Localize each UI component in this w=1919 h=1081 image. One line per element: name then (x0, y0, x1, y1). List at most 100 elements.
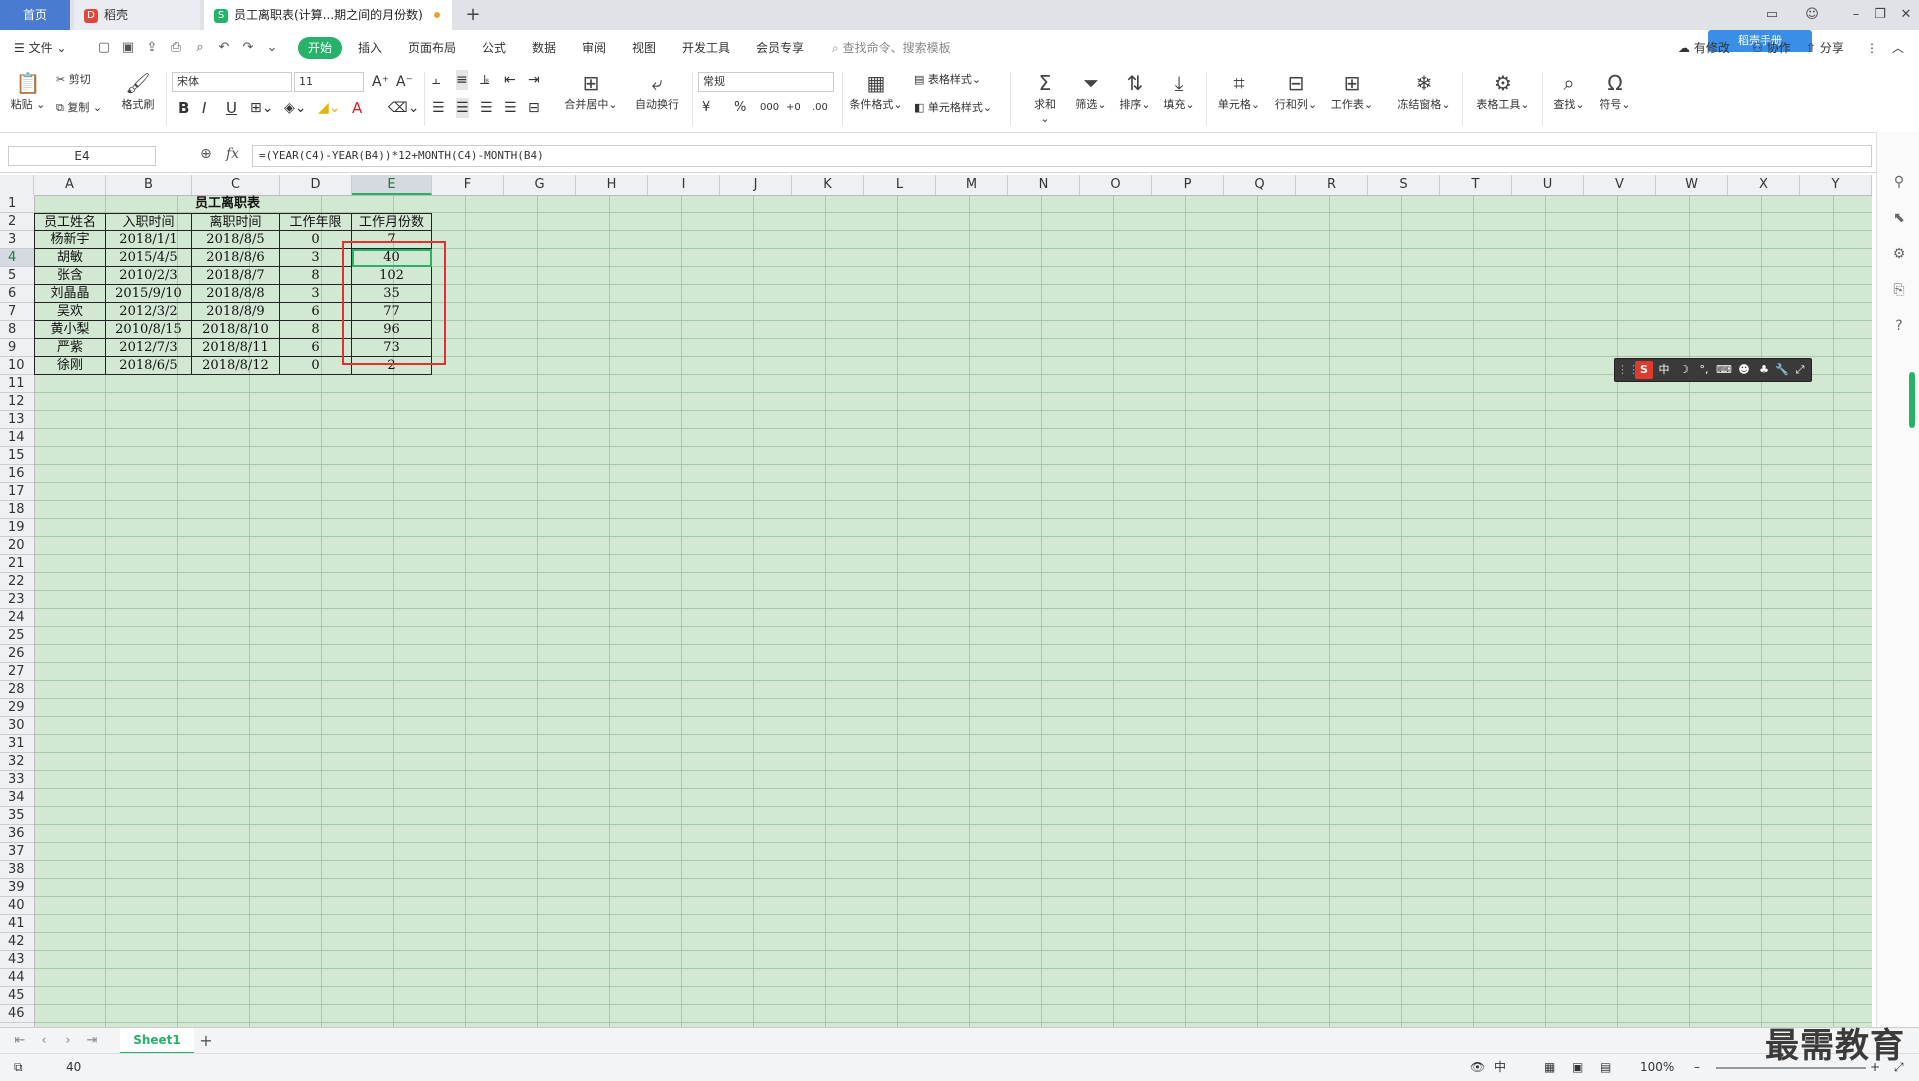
decrease-font-icon[interactable]: A⁻ (396, 72, 413, 92)
row-header[interactable]: 22 (0, 573, 34, 591)
ime-mode[interactable]: 中 (1655, 361, 1673, 379)
table-cell[interactable]: 2012/7/3 (106, 339, 192, 357)
table-cell[interactable]: 2015/9/10 (106, 285, 192, 303)
keyboard-icon[interactable]: ⌨ (1715, 361, 1733, 379)
table-cell[interactable]: 刘晶晶 (34, 285, 106, 303)
underline-button[interactable]: U (226, 98, 237, 118)
table-cell[interactable]: 2010/8/15 (106, 321, 192, 339)
table-style-button[interactable]: ▤ 表格样式⌄ (914, 70, 981, 90)
file-menu[interactable]: ☰ 文件 ⌄ (14, 30, 66, 66)
tab-home[interactable]: 首页 (0, 0, 70, 30)
column-header[interactable]: D (280, 175, 352, 195)
row-header[interactable]: 44 (0, 969, 34, 987)
vertical-scroll-thumb[interactable] (1909, 372, 1915, 428)
row-header[interactable]: 41 (0, 915, 34, 933)
close-icon[interactable]: ✕ (1886, 0, 1919, 30)
menu-insert[interactable]: 插入 (358, 30, 382, 66)
expand-icon[interactable]: ⤢ (1791, 361, 1809, 379)
table-cell[interactable]: 吴欢 (34, 303, 106, 321)
sum-button[interactable]: Σ 求和⌄ (1030, 70, 1060, 125)
cell-style-button[interactable]: ◧ 单元格样式⌄ (914, 98, 992, 118)
zoom-level[interactable]: 100% (1640, 1054, 1674, 1081)
sheet-tab-sheet1[interactable]: Sheet1 (120, 1028, 194, 1054)
column-header[interactable]: Q (1224, 175, 1296, 195)
sogou-logo[interactable]: S (1635, 361, 1653, 379)
table-cell[interactable]: 徐刚 (34, 357, 106, 375)
row-header[interactable]: 18 (0, 501, 34, 519)
layout-icon[interactable]: ▭ (1752, 0, 1792, 30)
table-cell[interactable]: 2018/8/7 (192, 267, 280, 285)
prev-sheet-icon[interactable]: ‹ (34, 1031, 54, 1051)
tab-workbook[interactable]: S 员工离职表(计算...期之间的月份数) (204, 0, 452, 30)
add-sheet-button[interactable]: + (196, 1031, 216, 1051)
sort-button[interactable]: ⇅ 排序⌄ (1118, 70, 1152, 112)
thousands-button[interactable]: 000 (760, 98, 779, 118)
conditional-format-button[interactable]: ▦ 条件格式⌄ (848, 70, 904, 112)
row-header[interactable]: 9 (0, 339, 34, 357)
format-painter-button[interactable]: 🖌 格式刷 (118, 70, 158, 112)
row-header[interactable]: 23 (0, 591, 34, 609)
row-header[interactable]: 2 (0, 213, 34, 231)
input-mode[interactable]: 中 (1494, 1054, 1506, 1081)
more-icon[interactable]: ⌄ (264, 40, 280, 56)
menu-developer[interactable]: 开发工具 (682, 30, 730, 66)
font-color-button[interactable]: A (352, 98, 362, 118)
new-icon[interactable]: ▢ (96, 40, 112, 56)
indent-decrease-icon[interactable]: ⇤ (504, 70, 516, 90)
align-top-icon[interactable]: ⫠ (432, 70, 440, 90)
column-header[interactable]: B (106, 175, 192, 195)
font-size-select[interactable]: 11 (294, 72, 364, 92)
zoom-slider[interactable] (1716, 1067, 1866, 1069)
menu-data[interactable]: 数据 (532, 30, 556, 66)
currency-button[interactable]: ¥ (702, 98, 710, 118)
header-cell[interactable]: 入职时间 (106, 213, 192, 231)
table-cell[interactable]: 2018/8/9 (192, 303, 280, 321)
grip-icon[interactable]: ⋮⋮ (1617, 361, 1639, 379)
table-cell[interactable]: 2018/8/11 (192, 339, 280, 357)
row-header[interactable]: 45 (0, 987, 34, 1005)
table-cell[interactable]: 2018/8/5 (192, 231, 280, 249)
row-header[interactable]: 30 (0, 717, 34, 735)
row-header[interactable]: 3 (0, 231, 34, 249)
preview-icon[interactable]: ⌕ (192, 40, 208, 56)
row-header[interactable]: 36 (0, 825, 34, 843)
table-cell[interactable]: 2018/8/10 (192, 321, 280, 339)
row-header[interactable]: 21 (0, 555, 34, 573)
worksheet-button[interactable]: ⊞ 工作表⌄ (1328, 70, 1376, 112)
column-header[interactable]: R (1296, 175, 1368, 195)
cell-area[interactable]: 员工离职表 员工姓名 入职时间 离职时间 工作年限 工作月份数 杨新宇 2018/1/1 20… (34, 195, 1872, 1027)
table-cell[interactable]: 2012/3/2 (106, 303, 192, 321)
name-box[interactable]: E4 (8, 146, 156, 166)
wrap-text-button[interactable]: ⤶ 自动换行 (628, 70, 686, 112)
tab-docer[interactable]: D 稻壳 (74, 0, 200, 30)
cell-button[interactable]: ⌗ 单元格⌄ (1216, 70, 1262, 112)
table-cell[interactable]: 2018/6/5 (106, 357, 192, 375)
collab-button[interactable]: ⚇ 协作 (1752, 30, 1791, 66)
row-header[interactable]: 34 (0, 789, 34, 807)
column-header[interactable]: X (1728, 175, 1800, 195)
wrench-icon[interactable]: 🔧 (1773, 361, 1791, 379)
paste-button[interactable]: 📋 粘贴 ⌄ (10, 70, 46, 112)
cut-button[interactable]: ✂ 剪切 (56, 70, 91, 90)
align-center-icon[interactable]: ☰ (456, 98, 469, 118)
table-cell[interactable]: 严紫 (34, 339, 106, 357)
row-header[interactable]: 40 (0, 897, 34, 915)
table-cell[interactable]: 黄小梨 (34, 321, 106, 339)
indent-increase-icon[interactable]: ⇥ (528, 70, 540, 90)
row-header[interactable]: 31 (0, 735, 34, 753)
header-cell[interactable]: 离职时间 (192, 213, 280, 231)
column-header[interactable]: W (1656, 175, 1728, 195)
table-cell[interactable]: 2018/8/12 (192, 357, 280, 375)
column-header[interactable]: K (792, 175, 864, 195)
table-title[interactable]: 员工离职表 (34, 195, 421, 213)
align-bottom-icon[interactable]: ⫡ (480, 70, 489, 90)
number-format-select[interactable]: 常规 (698, 72, 834, 92)
row-header[interactable]: 11 (0, 375, 34, 393)
column-header[interactable]: C (192, 175, 280, 195)
moon-icon[interactable]: ☽ (1675, 361, 1693, 379)
percent-button[interactable]: % (734, 98, 746, 118)
column-header[interactable]: U (1512, 175, 1584, 195)
menu-formulas[interactable]: 公式 (482, 30, 506, 66)
justify-icon[interactable]: ☰ (504, 98, 517, 118)
header-cell[interactable]: 工作年限 (280, 213, 352, 231)
